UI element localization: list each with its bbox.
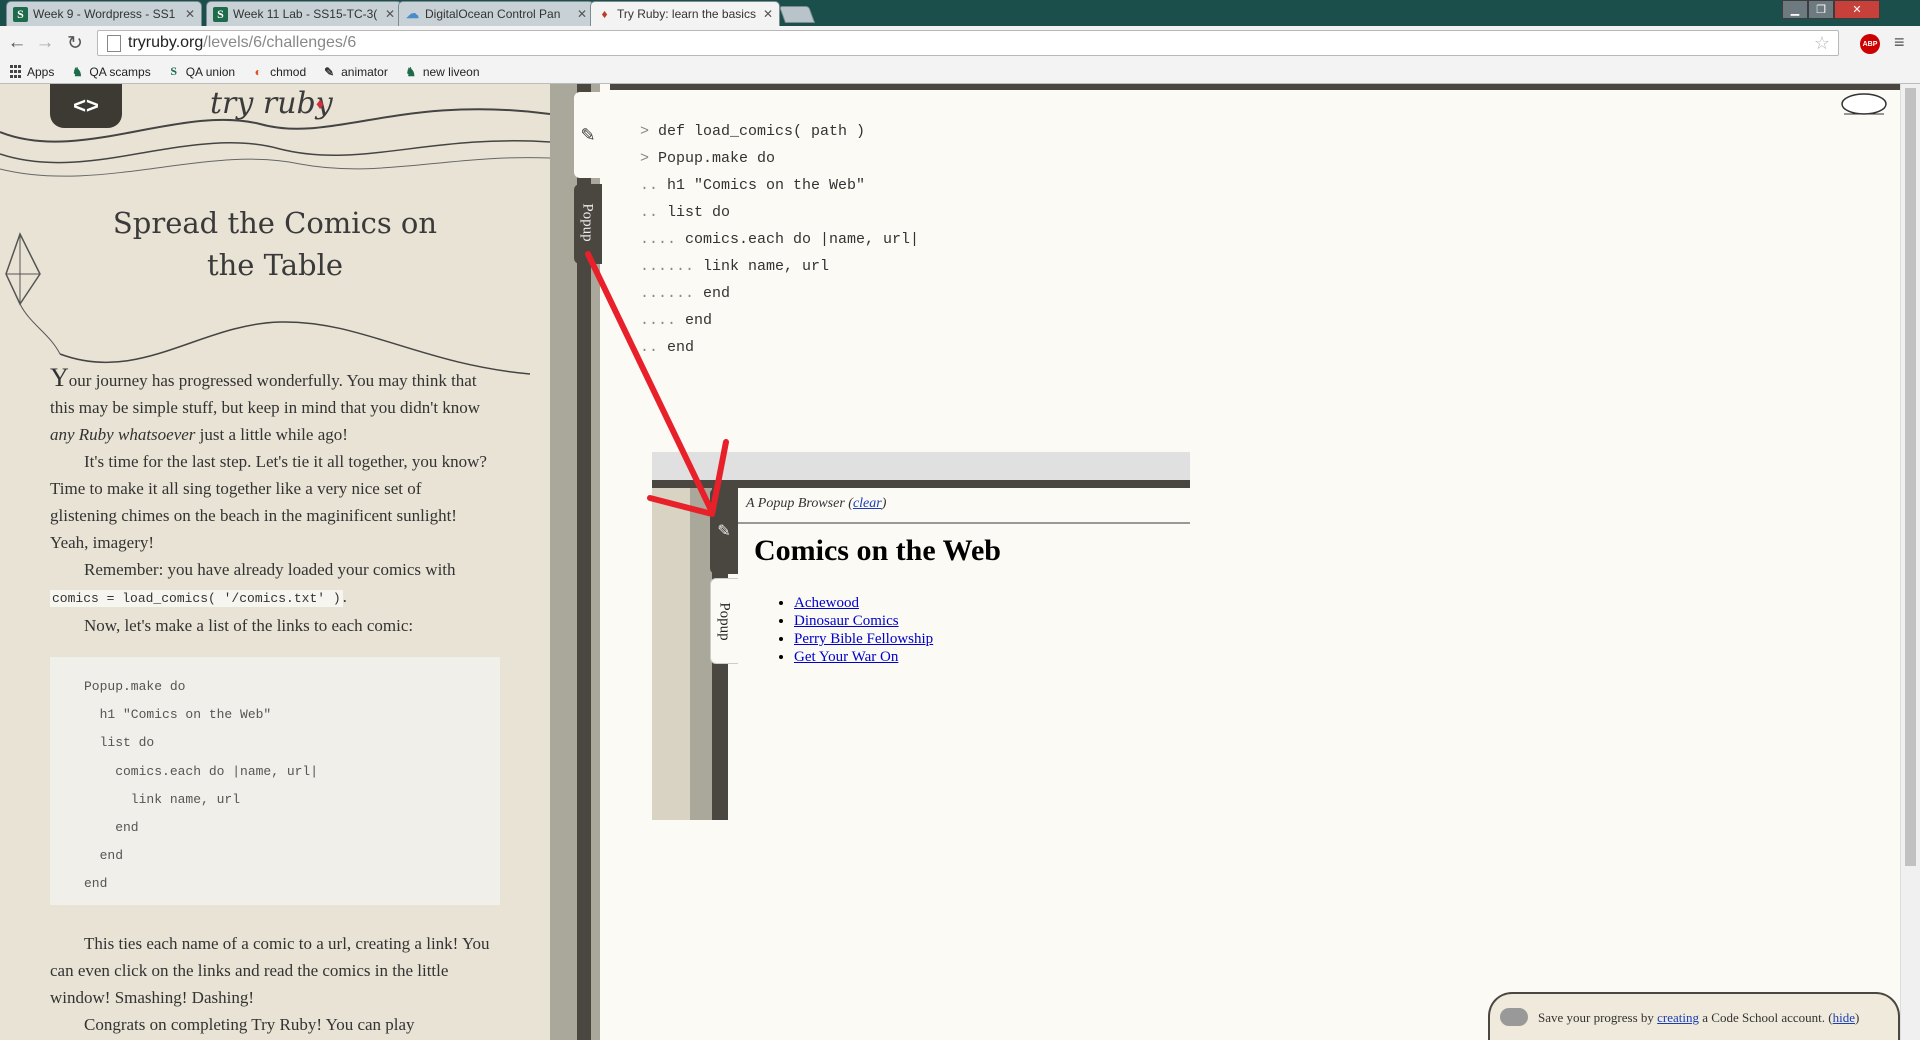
list-item: Achewood (794, 594, 933, 612)
console-line: .. list do (640, 204, 731, 221)
lesson-paragraph: Now, let's make a list of the links to e… (84, 616, 414, 635)
close-window-button[interactable]: ✕ (1834, 0, 1880, 19)
adblock-icon[interactable]: ABP (1860, 34, 1880, 54)
edit-icon: ✎ (717, 523, 731, 540)
reload-icon[interactable]: ↻ (62, 30, 88, 56)
popup-tab[interactable]: Popup (574, 184, 602, 264)
critter-icon (1841, 93, 1887, 115)
save-progress-bar: Save your progress by creating a Code Sc… (1488, 992, 1900, 1040)
menu-icon[interactable]: ≡ (1894, 32, 1905, 53)
popup-browser: A Popup Browser (clear) Comics on the We… (738, 488, 1190, 820)
popup-heading: Comics on the Web (754, 534, 1001, 567)
inline-code: comics = load_comics( '/comics.txt' ) (50, 590, 343, 607)
pen-icon: ✎ (324, 64, 335, 79)
scrollbar[interactable] (1900, 84, 1920, 1040)
s-icon: S (170, 64, 178, 78)
ruby-icon: ♦ (601, 7, 608, 21)
ruby-gem-icon: ♦ (316, 96, 325, 113)
lesson-sidebar: <> try ruby ♦ Spread the Comics on the T… (0, 84, 550, 1040)
back-icon[interactable]: ← (4, 30, 30, 56)
browser-tab-strip: S Week 9 - Wordpress - SS1 ✕ S Week 11 L… (0, 0, 1920, 26)
spartan-icon: ♞ (71, 64, 83, 79)
lesson-paragraph: Remember: you have already loaded your c… (50, 560, 456, 607)
address-url: tryruby.org/levels/6/challenges/6 (128, 34, 357, 51)
popup-tab-label: Popup (579, 203, 596, 242)
lesson-paragraph: This ties each name of a comic to a url,… (50, 934, 490, 1007)
edit-icon: ✎ (580, 124, 596, 145)
browser-tab[interactable]: ☁ DigitalOcean Control Pan ✕ (398, 1, 594, 26)
creating-link[interactable]: creating (1657, 1010, 1699, 1025)
comic-link[interactable]: Perry Bible Fellowship (794, 631, 933, 647)
bookmark-apps[interactable]: Apps (8, 65, 54, 79)
minimize-button[interactable]: ▁ (1782, 0, 1808, 19)
editor-tab[interactable]: ✎ (574, 92, 602, 178)
popup-browser-screenshot: ✎ Popup A Popup Browser (clear) Comics o… (652, 452, 1190, 820)
bookmarks-bar: Apps ♞ QA scamps S QA union ◐ chmod ✎ an… (0, 60, 1920, 84)
lesson-paragraph: It's time for the last step. Let's tie i… (50, 452, 487, 552)
bookmark-chmod[interactable]: ◐ chmod (251, 65, 306, 79)
inset-popup-tab-label: Popup (716, 602, 733, 641)
popup-browser-header: A Popup Browser (clear) (746, 496, 887, 511)
bookmark-animator[interactable]: ✎ animator (322, 65, 388, 79)
close-tab-icon[interactable]: ✕ (577, 7, 587, 21)
lesson-text: This ties each name of a comic to a url,… (50, 930, 490, 1038)
page-content: <> try ruby ♦ Spread the Comics on the T… (0, 84, 1920, 1040)
chmod-icon: ◐ (254, 64, 262, 79)
bookmark-new-liveon[interactable]: ♞ new liveon (404, 64, 479, 79)
lesson-paragraph: Congrats on completing Try Ruby! You can… (84, 1015, 415, 1034)
comic-link[interactable]: Dinosaur Comics (794, 613, 899, 629)
comic-link[interactable]: Get Your War On (794, 649, 898, 665)
list-item: Dinosaur Comics (794, 612, 933, 630)
comic-link[interactable]: Achewood (794, 595, 859, 611)
spartan-icon: ♞ (405, 64, 417, 79)
close-tab-icon[interactable]: ✕ (763, 7, 773, 21)
console-line: .... end (640, 312, 713, 329)
clear-link[interactable]: clear (853, 496, 882, 511)
address-bar[interactable]: tryruby.org/levels/6/challenges/6 ☆ (97, 30, 1839, 56)
console-line: ...... end (640, 285, 731, 302)
close-tab-icon[interactable]: ✕ (185, 7, 195, 21)
close-tab-icon[interactable]: ✕ (385, 7, 395, 21)
bookmark-qa-scamps[interactable]: ♞ QA scamps (70, 64, 151, 79)
cloud-icon (1500, 1008, 1528, 1026)
console-line: .. end (640, 339, 695, 356)
scrollbar-thumb[interactable] (1905, 88, 1916, 866)
browser-tab[interactable]: S Week 9 - Wordpress - SS1 ✕ (6, 1, 202, 26)
console-line: > def load_comics( path ) (640, 123, 866, 140)
console-output[interactable]: > def load_comics( path ) > Popup.make do… (640, 118, 919, 361)
logo-badge-icon[interactable]: <> (50, 84, 122, 128)
forward-icon[interactable]: → (32, 30, 58, 56)
lesson-title: Spread the Comics on the Table (112, 206, 438, 282)
console-line: > Popup.make do (640, 150, 776, 167)
inset-sidebar (652, 488, 690, 820)
hide-link[interactable]: hide (1833, 1010, 1855, 1025)
lesson-paragraph: Your journey has progressed wonderfully.… (50, 363, 481, 444)
inset-editor-tab[interactable]: ✎ (710, 488, 738, 574)
browser-tab[interactable]: S Week 11 Lab - SS15-TC-3( ✕ (206, 1, 402, 26)
maximize-button[interactable]: ❐ (1808, 0, 1834, 19)
new-tab-button[interactable] (778, 6, 816, 23)
browser-tab-active[interactable]: ♦ Try Ruby: learn the basics ✕ (590, 1, 780, 26)
bookmark-qa-union[interactable]: S QA union (167, 64, 235, 79)
inset-popup-tab[interactable]: Popup (710, 578, 740, 664)
lesson-text: Your journey has progressed wonderfully.… (50, 364, 490, 639)
lesson-code-block: Popup.make do h1 "Comics on the Web" lis… (50, 657, 500, 905)
s-icon: S (13, 6, 28, 22)
console-line: ...... link name, url (640, 258, 830, 275)
save-progress-text: Save your progress by creating a Code Sc… (1538, 1010, 1860, 1025)
list-item: Perry Bible Fellowship (794, 630, 933, 648)
list-item: Get Your War On (794, 648, 933, 666)
site-logo[interactable]: try ruby (210, 86, 333, 121)
browser-toolbar: ← → ↻ tryruby.org/levels/6/challenges/6 … (0, 26, 1920, 60)
console-line: .. h1 "Comics on the Web" (640, 177, 866, 194)
bookmark-star-icon[interactable]: ☆ (1814, 33, 1830, 54)
s-icon: S (213, 6, 228, 22)
apps-grid-icon (8, 65, 22, 79)
comics-link-list: Achewood Dinosaur Comics Perry Bible Fel… (754, 594, 933, 666)
console-line: .... comics.each do |name, url| (640, 231, 920, 248)
page-icon (107, 34, 121, 52)
cloud-icon: ☁ (406, 6, 419, 21)
